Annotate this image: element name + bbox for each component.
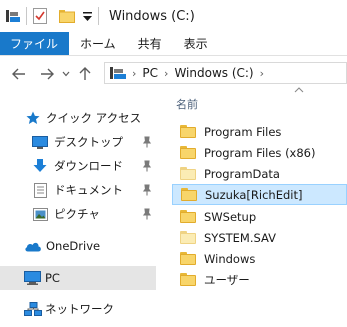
file-row[interactable]: SYSTEM.SAV bbox=[172, 227, 347, 248]
toolbar-divider bbox=[98, 7, 99, 25]
chevron-down-icon bbox=[62, 71, 70, 77]
up-arrow-icon bbox=[79, 67, 91, 80]
folder-icon bbox=[180, 210, 196, 223]
folder-icon bbox=[180, 146, 196, 159]
toolbar-divider bbox=[26, 7, 27, 25]
nav-label: クイック アクセス bbox=[46, 111, 142, 125]
pc-icon bbox=[24, 271, 41, 285]
file-name: Suzuka[RichEdit] bbox=[205, 187, 303, 202]
sort-ascending-icon[interactable] bbox=[294, 87, 304, 93]
file-row[interactable]: Program Files (x86) bbox=[172, 142, 347, 163]
pin-icon[interactable] bbox=[142, 160, 152, 172]
navigation-pane: クイック アクセス デスクトップ ダウンロード ドキュメント ピクチャ OneD… bbox=[0, 92, 156, 327]
forward-arrow-icon bbox=[41, 68, 54, 80]
pin-icon[interactable] bbox=[142, 208, 152, 220]
ribbon-tabs: ファイル ホーム 共有 表示 bbox=[0, 32, 347, 56]
nav-pc[interactable]: PC bbox=[0, 266, 156, 290]
tab-file[interactable]: ファイル bbox=[0, 32, 70, 55]
hidden-folder-icon bbox=[180, 167, 196, 180]
file-name: SWSetup bbox=[204, 209, 257, 224]
file-name: ユーザー bbox=[204, 272, 250, 287]
file-name: Windows bbox=[204, 251, 256, 266]
drive-location-icon bbox=[110, 67, 126, 79]
pin-icon[interactable] bbox=[142, 184, 152, 196]
breadcrumb-separator-icon[interactable]: › bbox=[260, 67, 264, 80]
star-icon bbox=[26, 111, 40, 124]
breadcrumb-pc[interactable]: PC bbox=[142, 66, 158, 80]
pictures-icon bbox=[33, 207, 48, 221]
tab-view[interactable]: 表示 bbox=[173, 32, 219, 55]
folder-icon bbox=[180, 273, 196, 286]
tab-home[interactable]: ホーム bbox=[69, 32, 127, 55]
up-button[interactable] bbox=[74, 63, 96, 85]
folder-icon bbox=[180, 125, 196, 138]
breadcrumb-separator-icon[interactable]: › bbox=[132, 67, 136, 80]
nav-network[interactable]: ネットワーク bbox=[0, 297, 156, 321]
address-bar[interactable]: › PC › Windows (C:) › bbox=[104, 62, 347, 84]
nav-quick-access[interactable]: クイック アクセス bbox=[0, 106, 156, 130]
customize-toolbar-dropdown-icon[interactable] bbox=[83, 11, 92, 21]
new-folder-icon[interactable] bbox=[59, 9, 75, 23]
breadcrumb-separator-icon[interactable]: › bbox=[164, 67, 168, 80]
nav-label: ネットワーク bbox=[45, 302, 114, 316]
desktop-icon bbox=[32, 135, 48, 149]
back-arrow-icon bbox=[12, 68, 25, 80]
nav-downloads[interactable]: ダウンロード bbox=[0, 154, 156, 178]
recent-locations-button[interactable] bbox=[60, 63, 72, 85]
folder-icon bbox=[181, 188, 197, 201]
tab-share[interactable]: 共有 bbox=[127, 32, 173, 55]
file-row[interactable]: ProgramData bbox=[172, 163, 347, 184]
quick-access-toolbar bbox=[0, 0, 105, 32]
forward-button[interactable] bbox=[36, 63, 58, 85]
window-title: Windows (C:) bbox=[109, 8, 195, 24]
file-row[interactable]: Program Files bbox=[172, 121, 347, 142]
network-icon bbox=[24, 301, 42, 316]
nav-label: ダウンロード bbox=[54, 159, 123, 173]
file-name: Program Files bbox=[204, 124, 282, 139]
nav-label: デスクトップ bbox=[54, 135, 123, 149]
explorer-icon[interactable] bbox=[6, 10, 20, 22]
hidden-folder-icon bbox=[180, 231, 196, 244]
cloud-icon bbox=[25, 242, 41, 251]
title-bar: Windows (C:) bbox=[0, 0, 347, 32]
nav-label: ドキュメント bbox=[54, 183, 123, 197]
back-button[interactable] bbox=[8, 63, 30, 85]
nav-documents[interactable]: ドキュメント bbox=[0, 178, 156, 202]
file-name: SYSTEM.SAV bbox=[204, 230, 277, 245]
file-name: ProgramData bbox=[204, 166, 280, 181]
breadcrumb-drive[interactable]: Windows (C:) bbox=[174, 66, 253, 80]
file-row[interactable]: Suzuka[RichEdit] bbox=[172, 184, 347, 205]
download-icon bbox=[33, 158, 47, 172]
nav-label: ピクチャ bbox=[54, 207, 100, 221]
folder-icon bbox=[180, 252, 196, 265]
nav-pictures[interactable]: ピクチャ bbox=[0, 202, 156, 226]
file-name: Program Files (x86) bbox=[204, 145, 316, 160]
nav-label: PC bbox=[45, 271, 60, 285]
documents-icon bbox=[34, 182, 47, 198]
nav-desktop[interactable]: デスクトップ bbox=[0, 130, 156, 154]
properties-icon[interactable] bbox=[33, 8, 47, 24]
file-row[interactable]: SWSetup bbox=[172, 206, 347, 227]
file-row[interactable]: Windows bbox=[172, 248, 347, 269]
nav-label: OneDrive bbox=[46, 239, 101, 253]
nav-onedrive[interactable]: OneDrive bbox=[0, 234, 156, 258]
file-row[interactable]: ユーザー bbox=[172, 269, 347, 290]
column-header-name[interactable]: 名前 bbox=[176, 96, 198, 112]
pin-icon[interactable] bbox=[142, 136, 152, 148]
